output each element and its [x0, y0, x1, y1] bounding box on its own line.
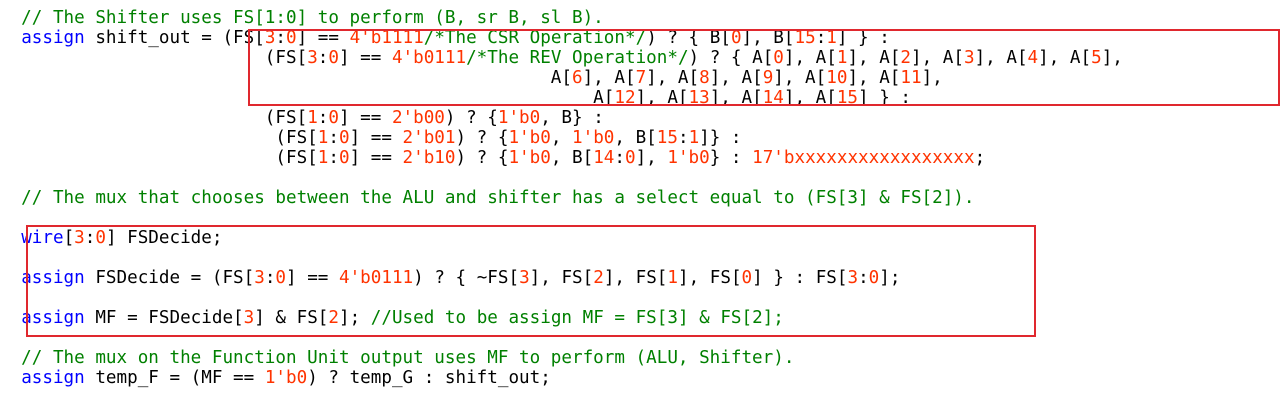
code-token-pl: :: [317, 108, 329, 128]
code-token-pl: (FS[: [0, 128, 318, 148]
code-token-kw: assign: [21, 28, 85, 48]
code-token-num: 15: [656, 128, 678, 148]
code-token-pl: (FS[: [0, 108, 308, 128]
code-token-pl: , B} :: [540, 108, 604, 128]
code-token-pl: , B[: [550, 148, 594, 168]
code-token-pl: } :: [709, 148, 753, 168]
code-editor-view: // The Shifter uses FS[1:0] to perform (…: [0, 0, 1284, 405]
code-token-cmt: // The Shifter uses FS[1:0] to perform (…: [0, 8, 604, 28]
code-token-pl: :: [614, 148, 625, 168]
code-token-num: 1'b0: [497, 108, 541, 128]
code-line-1: // The Shifter uses FS[1:0] to perform (…: [0, 8, 604, 28]
code-token-num: 0: [328, 108, 339, 128]
code-token-num: 1'b0: [508, 148, 551, 168]
code-line-8: (FS[1:0] == 2'b10) ? {1'b0, B[14:0], 1'b…: [0, 148, 985, 168]
code-token-pl: ] ==: [338, 108, 392, 128]
code-token-pl: ]} :: [699, 128, 742, 148]
code-line-6: (FS[1:0] == 2'b00) ? {1'b0, B} :: [0, 108, 604, 128]
code-token-num: 1'b0: [264, 368, 308, 388]
code-token-pl: ],: [635, 148, 668, 168]
code-token-pl: shift_out = (FS[: [84, 28, 265, 48]
code-line-10: // The mux that chooses between the ALU …: [0, 188, 975, 208]
code-token-num: 2'b10: [402, 148, 456, 168]
code-token-pl: ) ? temp_G : shift_out;: [307, 368, 551, 388]
highlight-box-csr-rev: [248, 29, 1280, 106]
code-token-pl: , B[: [614, 128, 657, 148]
code-token-kw: assign: [21, 368, 85, 388]
highlight-box-fsdecide: [26, 225, 1036, 337]
code-line-19: assign temp_F = (MF == 1'b0) ? temp_G : …: [0, 368, 551, 388]
code-token-num: 1'b0: [508, 128, 551, 148]
code-token-pl: temp_F = (MF ==: [84, 368, 265, 388]
code-token-num: 1'b0: [667, 148, 710, 168]
code-token-num: 1: [317, 128, 329, 148]
code-token-num: 1'b0: [572, 128, 615, 148]
code-token-num: 0: [625, 148, 636, 168]
code-token-num: 2'b00: [391, 108, 445, 128]
code-token-pl: :: [328, 128, 339, 148]
code-token-pl: (FS[: [0, 148, 318, 168]
code-token-pl: :: [328, 148, 339, 168]
code-token-num: 0: [338, 148, 350, 168]
code-token-num: 1: [307, 108, 318, 128]
code-token-cmt: // The mux that chooses between the ALU …: [0, 188, 975, 208]
code-token-pl: ] ==: [349, 128, 403, 148]
code-token-num: 17'bxxxxxxxxxxxxxxxxx: [752, 148, 975, 168]
code-token-num: 0: [338, 128, 350, 148]
code-token-num: 1: [317, 148, 329, 168]
code-token-cmt: // The mux on the Function Unit output u…: [0, 348, 795, 368]
code-token-pl: ;: [974, 148, 986, 168]
code-token-pl: ) ? {: [455, 128, 509, 148]
code-token-pl: ) ? {: [455, 148, 509, 168]
code-line-18: // The mux on the Function Unit output u…: [0, 348, 794, 368]
code-line-7: (FS[1:0] == 2'b01) ? {1'b0, 1'b0, B[15:1…: [0, 128, 742, 148]
code-token-pl: ,: [550, 128, 573, 148]
code-token-pl: ) ? {: [444, 108, 498, 128]
code-token-num: 1: [688, 128, 700, 148]
code-token-num: 14: [593, 148, 615, 168]
code-token-pl: ] ==: [349, 148, 403, 168]
code-token-num: 2'b01: [402, 128, 456, 148]
code-token-pl: :: [677, 128, 689, 148]
